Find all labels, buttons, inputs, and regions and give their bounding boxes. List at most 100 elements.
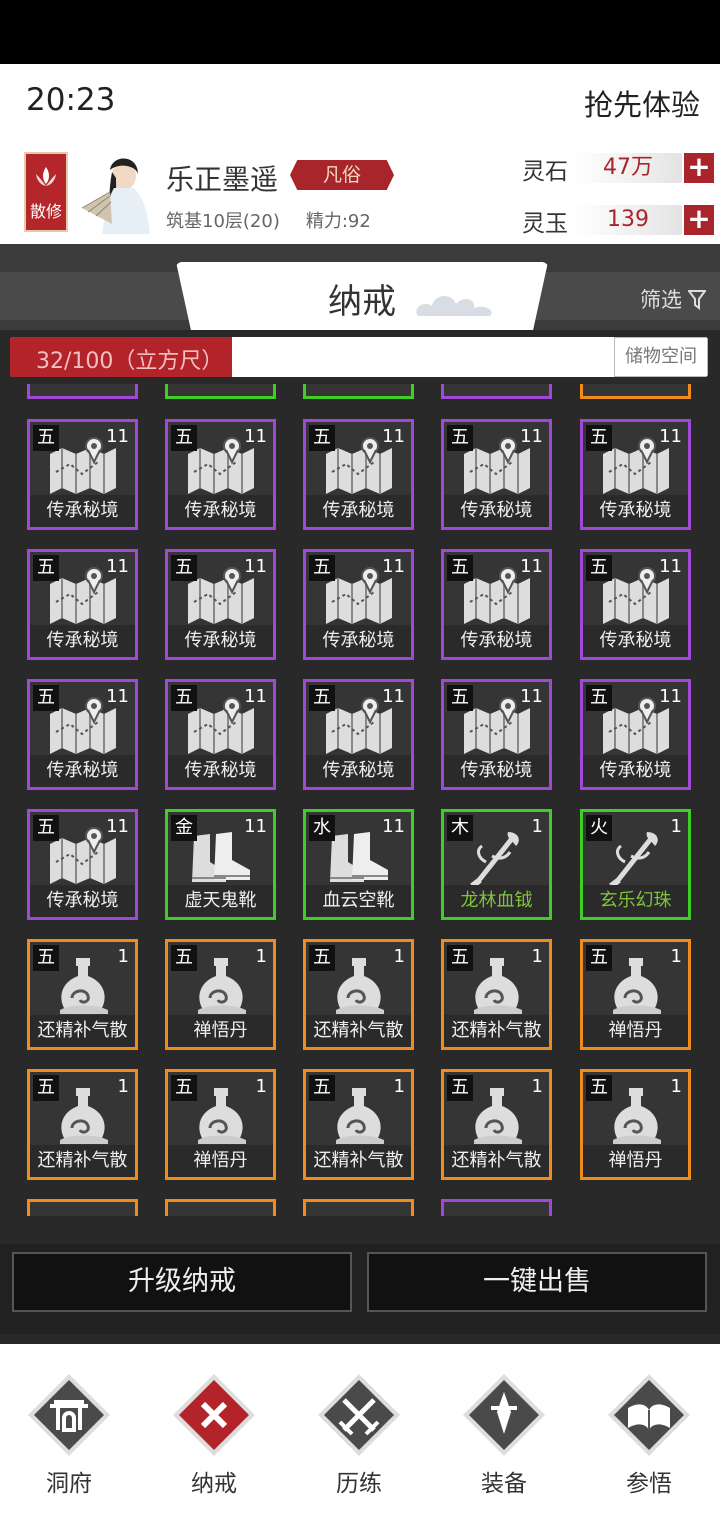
item-slot[interactable]: 五 11 传承秘境 (165, 549, 276, 660)
crossed-swords-icon (318, 1374, 400, 1456)
add-spirit-stone-button[interactable]: + (684, 153, 714, 183)
cloud-decoration-icon (416, 295, 492, 316)
item-name: 传承秘境 (583, 495, 688, 527)
item-slot[interactable]: 五 1 禅悟丹 (580, 939, 691, 1050)
item-slot[interactable]: 五 11 传承秘境 (27, 549, 138, 660)
nav-item[interactable]: 参悟 (594, 1366, 704, 1497)
item-slot[interactable]: 五 11 传承秘境 (27, 419, 138, 530)
item-slot-partial[interactable] (303, 1199, 414, 1216)
item-slot-partial[interactable] (580, 384, 691, 399)
item-slot[interactable]: 五 11 传承秘境 (580, 419, 691, 530)
item-slot[interactable]: 五 1 禅悟丹 (165, 939, 276, 1050)
item-slot[interactable]: 五 11 传承秘境 (303, 549, 414, 660)
item-count: 11 (520, 556, 543, 577)
item-count: 1 (670, 816, 682, 837)
item-slot[interactable]: 五 11 传承秘境 (303, 679, 414, 790)
storage-space-button[interactable]: 储物空间 (614, 337, 708, 377)
ring-storage-icon (173, 1374, 255, 1456)
item-slot-partial[interactable] (441, 1199, 552, 1216)
item-name: 还精补气散 (444, 1015, 549, 1047)
item-slot[interactable]: 火 1 玄乐幻珠 (580, 809, 691, 920)
spirit-jade-label: 灵玉 (522, 211, 568, 237)
item-name: 还精补气散 (306, 1015, 411, 1047)
filter-button[interactable]: 筛选 (640, 284, 707, 314)
filter-label: 筛选 (640, 288, 682, 312)
bottom-nav: 洞府 纳戒 历练 装备 参悟 (0, 1344, 720, 1520)
element-badge: 五 (309, 945, 335, 971)
item-slot-partial[interactable] (27, 384, 138, 399)
element-badge: 五 (447, 1075, 473, 1101)
add-spirit-jade-button[interactable]: + (684, 205, 714, 235)
cultivation-level: 筑基10层(20) (166, 211, 280, 232)
clock: 20:23 (26, 82, 116, 118)
upgrade-ring-button[interactable]: 升级纳戒 (12, 1252, 352, 1312)
nav-item[interactable]: 装备 (449, 1366, 559, 1497)
item-slot-partial[interactable] (165, 1199, 276, 1216)
item-name: 传承秘境 (444, 625, 549, 657)
item-slot[interactable]: 五 1 还精补气散 (303, 939, 414, 1050)
item-slot-partial[interactable] (27, 1199, 138, 1216)
item-slot[interactable]: 五 11 传承秘境 (27, 679, 138, 790)
item-slot[interactable]: 水 11 血云空靴 (303, 809, 414, 920)
action-bar: 升级纳戒 一键出售 (0, 1244, 720, 1334)
element-badge: 五 (33, 555, 59, 581)
item-count: 11 (659, 686, 682, 707)
item-name: 还精补气散 (30, 1145, 135, 1177)
sect-badge[interactable]: 散修 (24, 152, 68, 232)
element-badge: 五 (586, 425, 612, 451)
cave-dwelling-icon (28, 1374, 110, 1456)
equipment-sword-icon (463, 1374, 545, 1456)
item-slot[interactable]: 金 11 虚天鬼靴 (165, 809, 276, 920)
element-badge: 五 (33, 425, 59, 451)
item-count: 11 (382, 816, 405, 837)
item-slot[interactable]: 五 11 传承秘境 (27, 809, 138, 920)
item-slot-partial[interactable] (165, 384, 276, 399)
sect-label: 散修 (29, 202, 62, 221)
item-slot[interactable]: 五 1 还精补气散 (27, 939, 138, 1050)
item-count: 11 (244, 686, 267, 707)
lotus-icon (36, 167, 56, 186)
capacity-bar: 32/100（立方尺） 储物空间 (10, 337, 708, 377)
element-badge: 五 (586, 1075, 612, 1101)
item-count: 11 (106, 426, 129, 447)
item-slot[interactable]: 五 11 传承秘境 (441, 549, 552, 660)
item-count: 1 (255, 946, 267, 967)
item-slot[interactable]: 五 11 传承秘境 (303, 419, 414, 530)
item-count: 1 (531, 1076, 543, 1097)
spirit-stone-value: 47万 (574, 153, 682, 183)
item-slot-partial[interactable] (303, 384, 414, 399)
sell-all-button[interactable]: 一键出售 (367, 1252, 707, 1312)
item-slot[interactable]: 木 1 龙林血钺 (441, 809, 552, 920)
item-name: 传承秘境 (30, 625, 135, 657)
item-name: 传承秘境 (30, 495, 135, 527)
item-slot[interactable]: 五 1 禅悟丹 (165, 1069, 276, 1180)
nav-label: 历练 (336, 1471, 382, 1497)
item-slot[interactable]: 五 1 还精补气散 (441, 939, 552, 1050)
item-count: 1 (531, 816, 543, 837)
item-count: 11 (659, 426, 682, 447)
item-slot[interactable]: 五 11 传承秘境 (441, 419, 552, 530)
item-name: 传承秘境 (30, 885, 135, 917)
nav-item[interactable]: 历练 (304, 1366, 414, 1497)
item-slot[interactable]: 五 1 还精补气散 (303, 1069, 414, 1180)
item-slot[interactable]: 五 11 传承秘境 (165, 679, 276, 790)
nav-item[interactable]: 洞府 (14, 1366, 124, 1497)
item-slot[interactable]: 五 11 传承秘境 (165, 419, 276, 530)
item-count: 1 (117, 946, 129, 967)
avatar[interactable] (76, 152, 156, 234)
item-slot[interactable]: 五 1 还精补气散 (441, 1069, 552, 1180)
item-name: 传承秘境 (30, 755, 135, 787)
item-slot[interactable]: 五 1 禅悟丹 (580, 1069, 691, 1180)
item-slot[interactable]: 五 1 还精补气散 (27, 1069, 138, 1180)
item-slot[interactable]: 五 11 传承秘境 (580, 549, 691, 660)
item-slot[interactable]: 五 11 传承秘境 (441, 679, 552, 790)
item-name: 禅悟丹 (583, 1145, 688, 1177)
item-slot-partial[interactable] (441, 384, 552, 399)
element-badge: 五 (447, 685, 473, 711)
item-slot[interactable]: 五 11 传承秘境 (580, 679, 691, 790)
item-count: 11 (659, 556, 682, 577)
nav-item[interactable]: 纳戒 (159, 1366, 269, 1497)
item-count: 11 (106, 556, 129, 577)
early-access-label[interactable]: 抢先体验 (584, 82, 700, 124)
item-name: 传承秘境 (168, 755, 273, 787)
